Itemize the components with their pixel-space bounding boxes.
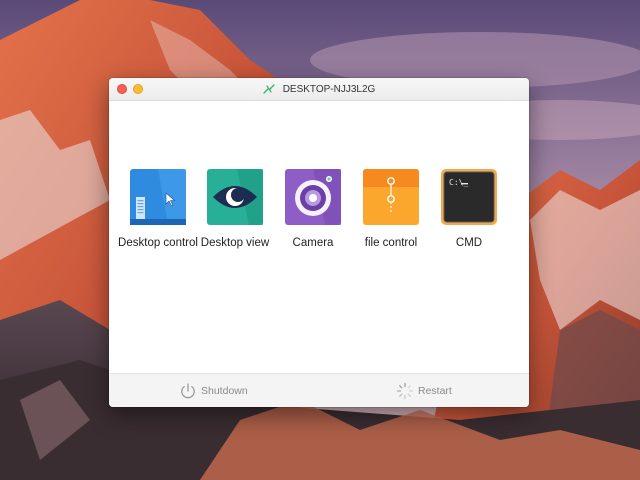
- desktop-control-icon: [130, 169, 186, 225]
- window-title-text: DESKTOP-NJJ3L2G: [282, 83, 376, 95]
- connection-icon: [262, 84, 275, 94]
- spinner-icon: [396, 382, 414, 400]
- window-content: Desktop control Desktop view Camera file…: [109, 101, 529, 373]
- app-grid: Desktop control Desktop view Camera file…: [118, 169, 519, 259]
- title-bar[interactable]: DESKTOP-NJJ3L2G: [109, 78, 529, 101]
- power-icon: [181, 383, 195, 399]
- camera-icon: [285, 169, 341, 225]
- eye-icon: [207, 169, 263, 225]
- restart-label: Restart: [418, 385, 452, 397]
- restart-button[interactable]: Restart: [396, 380, 452, 402]
- terminal-icon: C:\_: [441, 169, 497, 225]
- app-window: DESKTOP-NJJ3L2G Desktop control Desktop …: [109, 78, 529, 407]
- shutdown-button[interactable]: Shutdown: [179, 380, 248, 402]
- folder-icon: [363, 169, 419, 225]
- shutdown-label: Shutdown: [201, 385, 248, 397]
- window-title: DESKTOP-NJJ3L2G: [109, 78, 529, 100]
- svg-text:C:\_: C:\_: [449, 178, 468, 187]
- footer-bar: Shutdown Restart: [109, 373, 529, 407]
- app-cmd[interactable]: C:\_ CMD: [430, 169, 508, 259]
- app-label: CMD: [455, 237, 483, 249]
